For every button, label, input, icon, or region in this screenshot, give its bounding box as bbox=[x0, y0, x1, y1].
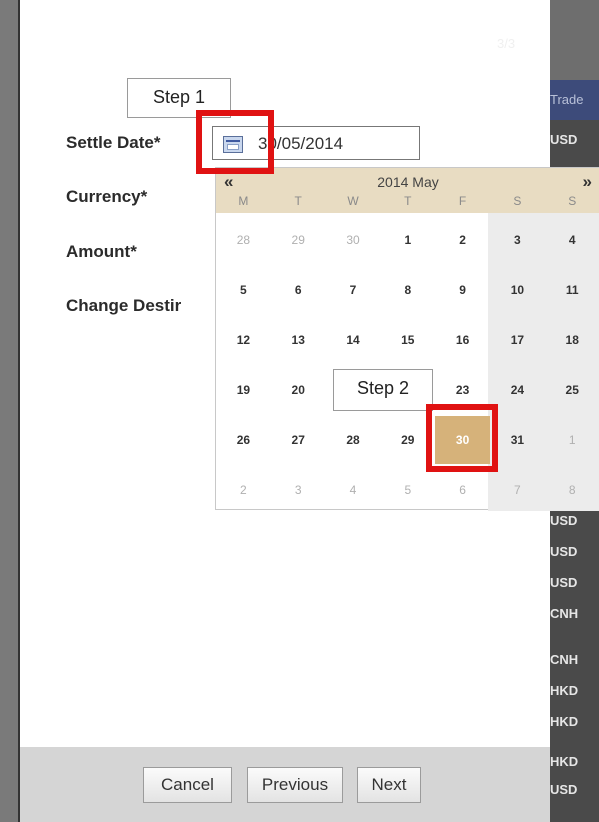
calendar-day[interactable]: 20 bbox=[271, 366, 326, 414]
calendar-day[interactable]: 19 bbox=[216, 366, 271, 414]
calendar-day[interactable]: 1 bbox=[380, 216, 435, 264]
change-destination-label: Change Destir bbox=[66, 296, 182, 315]
calendar-day[interactable]: 26 bbox=[216, 416, 271, 464]
step-2-callout: Step 2 bbox=[333, 369, 433, 411]
calendar-day[interactable]: 2 bbox=[435, 216, 490, 264]
calendar-day[interactable]: 28 bbox=[326, 416, 381, 464]
currency-cell: HKD bbox=[550, 714, 579, 729]
calendar-day[interactable]: 17 bbox=[490, 316, 545, 364]
next-month-button[interactable]: » bbox=[583, 172, 592, 192]
calendar-day[interactable]: 25 bbox=[545, 366, 599, 414]
settle-date-label: Settle Date* bbox=[66, 133, 161, 152]
background-table-header: Trade bbox=[548, 80, 599, 120]
currency-label: Currency* bbox=[66, 187, 148, 206]
currency-cell: CNH bbox=[550, 606, 579, 621]
calendar-day[interactable]: 4 bbox=[326, 466, 381, 514]
weekday-header: F bbox=[458, 194, 467, 208]
calendar-day[interactable]: 14 bbox=[326, 316, 381, 364]
calendar-day[interactable]: 7 bbox=[490, 466, 545, 514]
calendar-day[interactable]: 3 bbox=[490, 216, 545, 264]
currency-cell: USD bbox=[550, 782, 578, 797]
calendar-day[interactable]: 11 bbox=[545, 266, 599, 314]
calendar-day[interactable]: 28 bbox=[216, 216, 271, 264]
next-button[interactable]: Next bbox=[357, 767, 421, 803]
calendar-day[interactable]: 27 bbox=[271, 416, 326, 464]
currency-cell: USD bbox=[550, 132, 578, 147]
weekday-header: T bbox=[404, 194, 412, 208]
background-table-header-label: Trade bbox=[550, 92, 584, 107]
calendar-icon-highlight bbox=[196, 110, 274, 174]
calendar-day[interactable]: 29 bbox=[271, 216, 326, 264]
dialog-footer: Cancel Previous Next bbox=[20, 747, 550, 822]
selected-day-highlight bbox=[426, 404, 498, 472]
calendar-day[interactable]: 8 bbox=[380, 266, 435, 314]
currency-cell: HKD bbox=[550, 683, 579, 698]
dialog-page-indicator: 3/3 bbox=[497, 36, 516, 51]
calendar-day[interactable]: 8 bbox=[545, 466, 599, 514]
previous-button[interactable]: Previous bbox=[247, 767, 343, 803]
calendar-day[interactable]: 16 bbox=[435, 316, 490, 364]
calendar-day[interactable]: 31 bbox=[490, 416, 545, 464]
calendar-day[interactable]: 9 bbox=[435, 266, 490, 314]
calendar-day[interactable]: 2 bbox=[216, 466, 271, 514]
currency-cell: USD bbox=[550, 544, 578, 559]
calendar-day[interactable]: 15 bbox=[380, 316, 435, 364]
date-picker-calendar: « 2014 May » 28 29 30 1 2 3 4 5 6 7 8 9 10 11 12 13 14 15… bbox=[215, 167, 599, 511]
calendar-day[interactable]: 5 bbox=[380, 466, 435, 514]
cancel-button[interactable]: Cancel bbox=[143, 767, 232, 803]
calendar-day[interactable]: 18 bbox=[545, 316, 599, 364]
currency-cell: HKD bbox=[550, 754, 579, 769]
calendar-day[interactable]: 1 bbox=[545, 416, 599, 464]
calendar-day[interactable]: 6 bbox=[435, 466, 490, 514]
dialog-header: 3/3 bbox=[20, 0, 550, 80]
calendar-day[interactable]: 10 bbox=[490, 266, 545, 314]
calendar-day[interactable]: 3 bbox=[271, 466, 326, 514]
weekday-header: S bbox=[513, 194, 522, 208]
amount-label: Amount* bbox=[66, 242, 137, 261]
weekday-header: T bbox=[294, 194, 302, 208]
background-table-top bbox=[548, 0, 599, 80]
weekday-header: S bbox=[568, 194, 577, 208]
calendar-day[interactable]: 7 bbox=[326, 266, 381, 314]
weekday-header: M bbox=[238, 194, 249, 208]
calendar-day[interactable]: 12 bbox=[216, 316, 271, 364]
calendar-day[interactable]: 6 bbox=[271, 266, 326, 314]
calendar-day[interactable]: 24 bbox=[490, 366, 545, 414]
currency-cell: CNH bbox=[550, 652, 579, 667]
calendar-day[interactable]: 5 bbox=[216, 266, 271, 314]
calendar-day[interactable]: 4 bbox=[545, 216, 599, 264]
calendar-day[interactable]: 13 bbox=[271, 316, 326, 364]
currency-cell: USD bbox=[550, 575, 578, 590]
calendar-day[interactable]: 30 bbox=[326, 216, 381, 264]
currency-cell: USD bbox=[550, 513, 578, 528]
weekday-header: W bbox=[347, 194, 359, 208]
calendar-month-label: 2014 May bbox=[377, 174, 439, 190]
